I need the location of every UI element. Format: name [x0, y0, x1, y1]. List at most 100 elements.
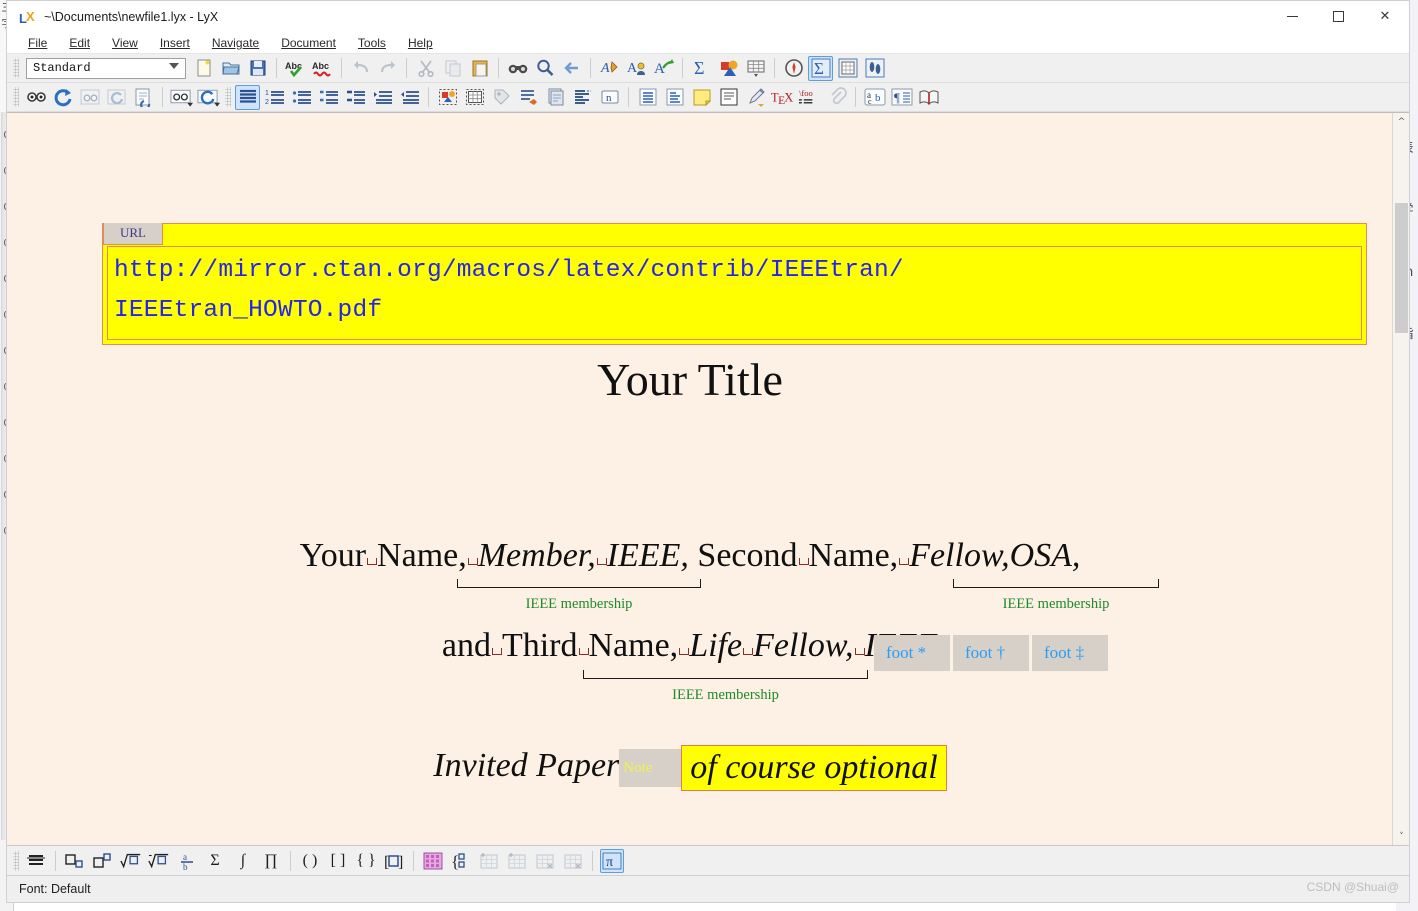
- insert-box-button[interactable]: [716, 85, 741, 110]
- bullet-list-button[interactable]: [289, 85, 314, 110]
- find-replace-button[interactable]: [505, 56, 530, 81]
- paragraph-layout-select[interactable]: Standard: [26, 57, 186, 79]
- menu-view[interactable]: View: [101, 32, 149, 54]
- math-cases-button[interactable]: {: [449, 849, 473, 873]
- math-delete-row-button[interactable]: [533, 849, 557, 873]
- scrollbar-thumb[interactable]: [1395, 203, 1408, 333]
- view-other-formats-button[interactable]: [131, 85, 156, 110]
- math-delete-column-button[interactable]: [561, 849, 585, 873]
- insert-cross-reference-button[interactable]: [516, 85, 541, 110]
- insert-tex-code-button[interactable]: T E X: [770, 85, 795, 110]
- document-work-area[interactable]: URL http://mirror.ctan.org/macros/latex/…: [7, 112, 1409, 845]
- math-greek-panel-button[interactable]: π: [600, 848, 624, 873]
- cut-button[interactable]: [413, 56, 438, 81]
- update-dropdown-button[interactable]: [196, 85, 221, 110]
- scroll-down-button[interactable]: ˅: [1393, 828, 1409, 845]
- math-nthroot-button[interactable]: [147, 849, 171, 873]
- toggle-table-toolbar-button[interactable]: [835, 56, 860, 81]
- toolbar-grip[interactable]: [225, 87, 231, 107]
- align-justified-button[interactable]: [235, 84, 260, 110]
- update-master-button[interactable]: [104, 85, 129, 110]
- math-fraction-button[interactable]: a b: [175, 849, 199, 873]
- insert-hyperlink-button[interactable]: [743, 85, 768, 110]
- save-document-button[interactable]: [245, 56, 270, 81]
- menu-insert[interactable]: Insert: [149, 32, 201, 54]
- undo-button[interactable]: [348, 56, 373, 81]
- document-canvas[interactable]: URL http://mirror.ctan.org/macros/latex/…: [7, 113, 1373, 845]
- menu-tools[interactable]: Tools: [347, 32, 397, 54]
- math-subscript-button[interactable]: [63, 849, 87, 873]
- insert-math-button[interactable]: Σ: [689, 56, 714, 81]
- update-document-button[interactable]: [50, 85, 75, 110]
- insert-index-entry-button[interactable]: [570, 85, 595, 110]
- url-inset-body[interactable]: http://mirror.ctan.org/macros/latex/cont…: [107, 246, 1362, 340]
- footnote-inset-2[interactable]: foot †: [953, 635, 1029, 671]
- redo-button[interactable]: [375, 56, 400, 81]
- math-superscript-button[interactable]: [91, 849, 115, 873]
- math-parentheses-button[interactable]: ( ): [298, 849, 322, 873]
- paste-button[interactable]: [467, 56, 492, 81]
- open-document-button[interactable]: [218, 56, 243, 81]
- math-delimiters-button[interactable]: [ ]: [382, 849, 406, 873]
- close-button[interactable]: ✕: [1361, 1, 1409, 32]
- numbered-list-button[interactable]: 1 2: [262, 85, 287, 110]
- insert-toc-button[interactable]: [635, 85, 660, 110]
- math-sqrt-button[interactable]: [119, 849, 143, 873]
- decrease-depth-button[interactable]: [397, 85, 422, 110]
- insert-table-button[interactable]: [743, 56, 768, 81]
- insert-label-button[interactable]: [489, 85, 514, 110]
- math-add-column-button[interactable]: [505, 849, 529, 873]
- insert-graphics-button[interactable]: [716, 56, 741, 81]
- description-list-button[interactable]: [316, 85, 341, 110]
- document-pane[interactable]: URL http://mirror.ctan.org/macros/latex/…: [7, 113, 1392, 845]
- menu-file[interactable]: File: [17, 32, 58, 54]
- change-case-button[interactable]: a c b: [862, 85, 887, 110]
- view-master-button[interactable]: [77, 85, 102, 110]
- menu-document[interactable]: Document: [270, 32, 347, 54]
- document-title[interactable]: Your Title: [7, 353, 1373, 406]
- insert-nomenclature-button[interactable]: n: [597, 85, 622, 110]
- zoom-button[interactable]: [532, 56, 557, 81]
- author-line-1[interactable]: Your Name, Member, IEEE, Second Name, Fellow,…: [7, 532, 1373, 575]
- math-product-button[interactable]: ∏: [259, 849, 283, 873]
- minimize-button[interactable]: [1269, 1, 1315, 32]
- math-add-row-button[interactable]: [477, 849, 501, 873]
- insert-note-button[interactable]: [689, 85, 714, 110]
- copy-button[interactable]: [440, 56, 465, 81]
- author-line-2[interactable]: andThirdName,LifeFellow,IEEE: [7, 622, 1373, 665]
- insert-citation-button[interactable]: [543, 85, 568, 110]
- document-scrollbar[interactable]: ^ ˅: [1392, 113, 1409, 845]
- toggle-compass-button[interactable]: [781, 56, 806, 81]
- view-document-button[interactable]: [23, 85, 48, 110]
- insert-list-of-button[interactable]: [662, 85, 687, 110]
- note-inset-box-1[interactable]: of course optional: [681, 745, 947, 791]
- footnote-inset-3[interactable]: foot ‡: [1032, 635, 1108, 671]
- menu-edit[interactable]: Edit: [58, 32, 101, 54]
- maximize-button[interactable]: [1315, 1, 1361, 32]
- math-brackets-button[interactable]: [ ]: [326, 849, 350, 873]
- spellcheck-button[interactable]: Abc: [283, 56, 308, 81]
- menu-navigate[interactable]: Navigate: [201, 32, 270, 54]
- footnote-inset-1[interactable]: foot *: [874, 635, 950, 671]
- open-thesaurus-button[interactable]: [916, 85, 941, 110]
- insert-table-float-button[interactable]: [462, 85, 487, 110]
- math-toggle-display-button[interactable]: [24, 849, 48, 873]
- list-environment-button[interactable]: [343, 85, 368, 110]
- math-braces-button[interactable]: { }: [354, 849, 378, 873]
- math-matrix-button[interactable]: [421, 849, 445, 873]
- insert-figure-float-button[interactable]: [435, 85, 460, 110]
- increase-depth-button[interactable]: [370, 85, 395, 110]
- toggle-math-toolbar-button[interactable]: Σ: [808, 55, 833, 81]
- back-button[interactable]: [559, 56, 584, 81]
- menu-help[interactable]: Help: [397, 32, 444, 54]
- emphasize-button[interactable]: A: [597, 56, 622, 81]
- toggle-review-toolbar-button[interactable]: [862, 56, 887, 81]
- note-inset-label-1[interactable]: Note: [619, 749, 682, 787]
- view-dropdown-button[interactable]: [169, 85, 194, 110]
- insert-file-button[interactable]: [824, 85, 849, 110]
- noun-style-button[interactable]: A: [624, 56, 649, 81]
- url-inset-label[interactable]: URL: [103, 223, 163, 245]
- toolbar-grip[interactable]: [13, 87, 19, 107]
- scroll-up-button[interactable]: ^: [1393, 113, 1409, 130]
- apply-last-format-button[interactable]: A: [651, 56, 676, 81]
